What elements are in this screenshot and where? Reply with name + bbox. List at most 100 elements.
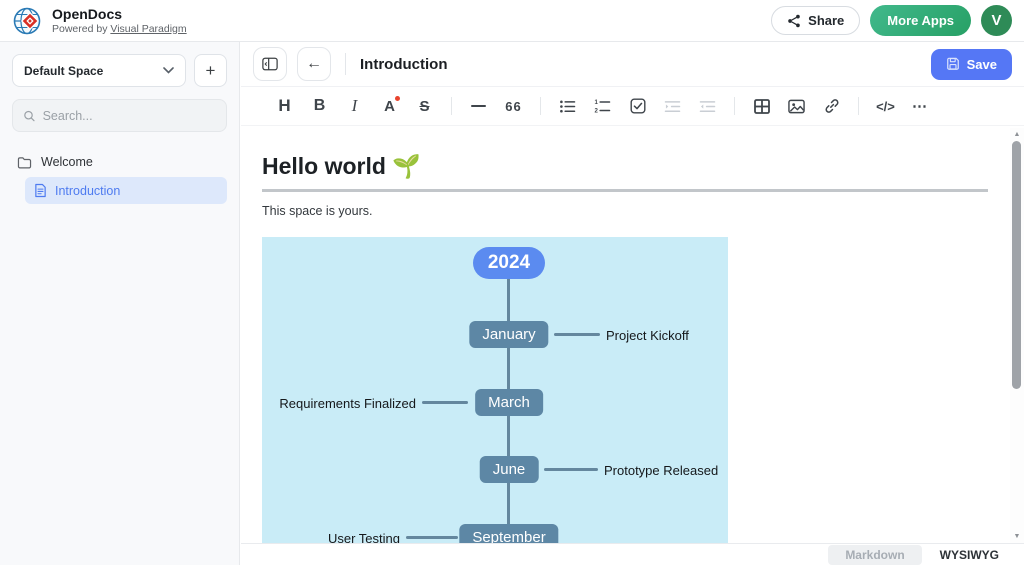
color-dot-icon	[395, 96, 400, 101]
space-row: Default Space +	[12, 54, 227, 87]
timeline-image[interactable]: 2024 January Project Kickoff March Requi…	[262, 237, 728, 543]
visual-paradigm-link[interactable]: Visual Paradigm	[110, 23, 186, 35]
horizontal-rule-icon	[471, 105, 486, 107]
blockquote-button[interactable]: 66	[496, 92, 531, 120]
editor-content[interactable]: Hello world 🌱 This space is yours. 2024 …	[241, 127, 1010, 543]
italic-button[interactable]: I	[337, 92, 372, 120]
search-box[interactable]	[12, 99, 227, 132]
table-button[interactable]	[744, 92, 779, 120]
milestone-connector	[406, 536, 458, 539]
sidebar-item-welcome[interactable]: Welcome	[12, 149, 227, 175]
powered-by: Powered by Visual Paradigm	[52, 23, 187, 35]
checkbox-icon	[630, 98, 646, 114]
doc-heading: Hello world 🌱	[262, 153, 988, 192]
tab-markdown[interactable]: Markdown	[828, 545, 921, 565]
app-title: OpenDocs	[52, 6, 187, 22]
table-icon	[754, 99, 770, 114]
save-icon	[946, 57, 960, 71]
outdent-button[interactable]	[690, 92, 725, 120]
milestone-month: March	[475, 389, 543, 416]
scroll-down-icon[interactable]: ▼	[1010, 533, 1024, 540]
vertical-scrollbar[interactable]: ▲ ▼	[1010, 128, 1024, 543]
milestone-label: Prototype Released	[604, 463, 718, 478]
doc-title: Introduction	[360, 56, 447, 73]
image-icon	[788, 99, 805, 114]
chevron-down-icon	[163, 67, 174, 74]
milestone-label: Project Kickoff	[606, 328, 689, 343]
milestone-connector	[554, 333, 600, 336]
more-options-button[interactable]: ⋯	[903, 92, 938, 120]
powered-by-prefix: Powered by	[52, 23, 110, 35]
milestone-month: January	[469, 321, 548, 348]
milestone-connector	[544, 468, 598, 471]
milestone-label: User Testing	[320, 531, 400, 543]
toolbar-divider	[451, 97, 452, 115]
add-page-button[interactable]: +	[194, 54, 227, 87]
bullet-list-icon	[559, 99, 576, 114]
tab-wysiwyg[interactable]: WYSIWYG	[927, 545, 1012, 565]
outdent-icon	[699, 99, 716, 114]
scroll-up-icon[interactable]: ▲	[1010, 131, 1024, 138]
milestone-month: September	[459, 524, 558, 543]
toolbar-divider	[734, 97, 735, 115]
bullet-list-button[interactable]	[550, 92, 585, 120]
toggle-sidebar-button[interactable]	[253, 47, 287, 81]
doc-header: ← Introduction Save	[241, 42, 1024, 87]
sidebar: Default Space + Welcome	[0, 42, 240, 565]
back-arrow-icon: ←	[306, 55, 322, 73]
indent-icon	[664, 99, 681, 114]
save-label: Save	[967, 57, 997, 72]
share-button[interactable]: Share	[771, 6, 860, 35]
svg-text:2: 2	[595, 107, 599, 113]
sidebar-item-introduction[interactable]: Introduction	[25, 177, 227, 204]
code-button[interactable]: </>	[868, 92, 903, 120]
page-label: Introduction	[55, 184, 120, 198]
numbered-list-icon: 1 2	[594, 99, 611, 114]
svg-text:1: 1	[595, 99, 599, 106]
main-panel: ← Introduction Save H B I A S 66	[241, 42, 1024, 565]
doc-paragraph: This space is yours.	[262, 204, 1010, 218]
image-button[interactable]	[779, 92, 814, 120]
strikethrough-button[interactable]: S	[407, 92, 442, 120]
search-input[interactable]	[43, 109, 216, 123]
timeline-year: 2024	[473, 247, 545, 279]
milestone-connector	[422, 401, 468, 404]
opendocs-app: OpenDocs Powered by Visual Paradigm Shar…	[0, 0, 1024, 565]
header-divider	[345, 53, 346, 75]
numbered-list-button[interactable]: 1 2	[585, 92, 620, 120]
formatting-toolbar: H B I A S 66 1 2	[241, 87, 1024, 126]
editor-mode-bar: Markdown WYSIWYG	[241, 543, 1024, 565]
back-button[interactable]: ←	[297, 47, 331, 81]
user-avatar[interactable]: V	[981, 5, 1012, 36]
more-apps-button[interactable]: More Apps	[870, 5, 971, 36]
folder-icon	[17, 156, 32, 169]
folder-label: Welcome	[41, 155, 93, 169]
app-identity: OpenDocs Powered by Visual Paradigm	[52, 6, 187, 34]
share-icon	[787, 14, 801, 28]
bold-button[interactable]: B	[302, 92, 337, 120]
app-header: OpenDocs Powered by Visual Paradigm Shar…	[0, 0, 1024, 42]
horizontal-rule-button[interactable]	[461, 92, 496, 120]
text-color-glyph: A	[384, 98, 395, 115]
heading-button[interactable]: H	[267, 92, 302, 120]
scrollbar-thumb[interactable]	[1012, 141, 1021, 389]
milestone-label: Requirements Finalized	[274, 396, 416, 411]
toolbar-divider	[858, 97, 859, 115]
sidebar-panel-icon	[262, 57, 278, 71]
page-tree: Welcome Introduction	[12, 149, 227, 204]
space-selector-value: Default Space	[24, 64, 103, 78]
indent-button[interactable]	[655, 92, 690, 120]
document-icon	[34, 183, 47, 198]
toolbar-divider	[540, 97, 541, 115]
link-icon	[824, 98, 840, 114]
share-label: Share	[808, 13, 844, 28]
search-icon	[23, 109, 36, 123]
space-selector[interactable]: Default Space	[12, 54, 186, 87]
link-button[interactable]	[814, 92, 849, 120]
milestone-month: June	[480, 456, 539, 483]
opendocs-logo-icon	[12, 5, 44, 37]
save-button[interactable]: Save	[931, 49, 1012, 80]
header-actions: Share More Apps V	[771, 5, 1012, 36]
text-color-button[interactable]: A	[372, 92, 407, 120]
task-list-button[interactable]	[620, 92, 655, 120]
